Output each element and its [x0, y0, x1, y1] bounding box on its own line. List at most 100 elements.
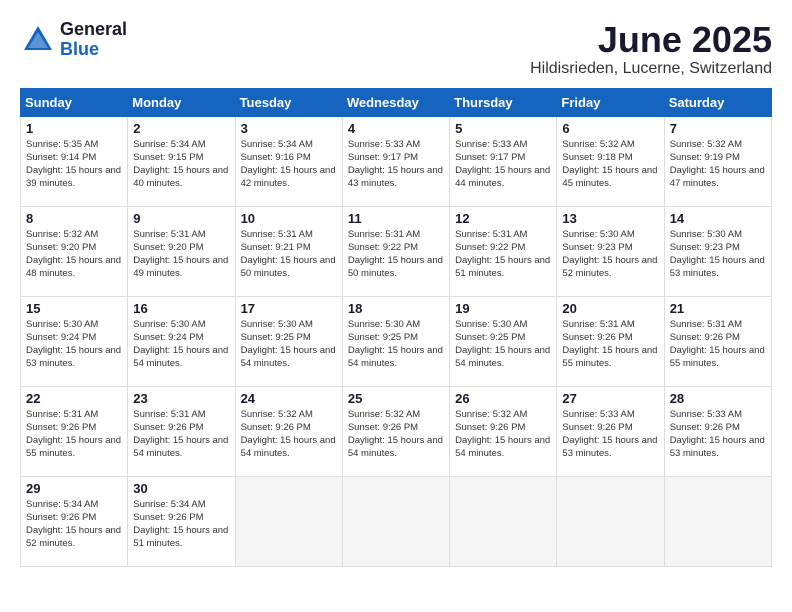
- day-number: 21: [670, 301, 766, 316]
- day-detail: Sunrise: 5:31 AMSunset: 9:21 PMDaylight:…: [241, 229, 336, 280]
- calendar-table: Sunday Monday Tuesday Wednesday Thursday…: [20, 88, 772, 567]
- calendar-cell: 3 Sunrise: 5:34 AMSunset: 9:16 PMDayligh…: [235, 116, 342, 206]
- day-number: 13: [562, 211, 658, 226]
- day-detail: Sunrise: 5:33 AMSunset: 9:17 PMDaylight:…: [348, 139, 443, 190]
- title-area: June 2025 Hildisrieden, Lucerne, Switzer…: [530, 20, 772, 78]
- calendar-cell: 11 Sunrise: 5:31 AMSunset: 9:22 PMDaylig…: [342, 206, 449, 296]
- day-number: 1: [26, 121, 122, 136]
- calendar-cell: 29 Sunrise: 5:34 AMSunset: 9:26 PMDaylig…: [21, 476, 128, 566]
- day-number: 30: [133, 481, 229, 496]
- calendar-cell: 10 Sunrise: 5:31 AMSunset: 9:21 PMDaylig…: [235, 206, 342, 296]
- calendar-cell: 6 Sunrise: 5:32 AMSunset: 9:18 PMDayligh…: [557, 116, 664, 206]
- logo-general: General: [60, 20, 127, 40]
- day-detail: Sunrise: 5:31 AMSunset: 9:20 PMDaylight:…: [133, 229, 228, 280]
- day-number: 8: [26, 211, 122, 226]
- calendar-cell: 28 Sunrise: 5:33 AMSunset: 9:26 PMDaylig…: [664, 386, 771, 476]
- day-detail: Sunrise: 5:31 AMSunset: 9:26 PMDaylight:…: [670, 319, 765, 370]
- calendar-cell: 14 Sunrise: 5:30 AMSunset: 9:23 PMDaylig…: [664, 206, 771, 296]
- day-number: 27: [562, 391, 658, 406]
- day-number: 22: [26, 391, 122, 406]
- day-detail: Sunrise: 5:34 AMSunset: 9:15 PMDaylight:…: [133, 139, 228, 190]
- calendar-cell: 23 Sunrise: 5:31 AMSunset: 9:26 PMDaylig…: [128, 386, 235, 476]
- day-number: 16: [133, 301, 229, 316]
- day-number: 5: [455, 121, 551, 136]
- calendar-cell: 4 Sunrise: 5:33 AMSunset: 9:17 PMDayligh…: [342, 116, 449, 206]
- calendar-cell: 19 Sunrise: 5:30 AMSunset: 9:25 PMDaylig…: [450, 296, 557, 386]
- calendar-week-4: 22 Sunrise: 5:31 AMSunset: 9:26 PMDaylig…: [21, 386, 772, 476]
- calendar-cell: 27 Sunrise: 5:33 AMSunset: 9:26 PMDaylig…: [557, 386, 664, 476]
- calendar-cell: 13 Sunrise: 5:30 AMSunset: 9:23 PMDaylig…: [557, 206, 664, 296]
- calendar-subtitle: Hildisrieden, Lucerne, Switzerland: [530, 60, 772, 78]
- calendar-cell: 22 Sunrise: 5:31 AMSunset: 9:26 PMDaylig…: [21, 386, 128, 476]
- day-detail: Sunrise: 5:31 AMSunset: 9:26 PMDaylight:…: [26, 409, 121, 460]
- col-monday: Monday: [128, 88, 235, 116]
- day-detail: Sunrise: 5:33 AMSunset: 9:17 PMDaylight:…: [455, 139, 550, 190]
- col-tuesday: Tuesday: [235, 88, 342, 116]
- calendar-cell: 21 Sunrise: 5:31 AMSunset: 9:26 PMDaylig…: [664, 296, 771, 386]
- day-detail: Sunrise: 5:31 AMSunset: 9:26 PMDaylight:…: [133, 409, 228, 460]
- logo-text: General Blue: [60, 20, 127, 60]
- calendar-cell: 24 Sunrise: 5:32 AMSunset: 9:26 PMDaylig…: [235, 386, 342, 476]
- calendar-week-3: 15 Sunrise: 5:30 AMSunset: 9:24 PMDaylig…: [21, 296, 772, 386]
- logo-icon: [20, 22, 56, 58]
- calendar-cell: [557, 476, 664, 566]
- day-detail: Sunrise: 5:31 AMSunset: 9:22 PMDaylight:…: [455, 229, 550, 280]
- calendar-cell: 16 Sunrise: 5:30 AMSunset: 9:24 PMDaylig…: [128, 296, 235, 386]
- day-number: 15: [26, 301, 122, 316]
- logo-blue: Blue: [60, 40, 127, 60]
- calendar-cell: 5 Sunrise: 5:33 AMSunset: 9:17 PMDayligh…: [450, 116, 557, 206]
- calendar-cell: [664, 476, 771, 566]
- header: General Blue June 2025 Hildisrieden, Luc…: [20, 20, 772, 78]
- day-detail: Sunrise: 5:32 AMSunset: 9:26 PMDaylight:…: [348, 409, 443, 460]
- day-detail: Sunrise: 5:32 AMSunset: 9:19 PMDaylight:…: [670, 139, 765, 190]
- day-number: 26: [455, 391, 551, 406]
- day-number: 28: [670, 391, 766, 406]
- day-number: 18: [348, 301, 444, 316]
- calendar-week-1: 1 Sunrise: 5:35 AMSunset: 9:14 PMDayligh…: [21, 116, 772, 206]
- col-saturday: Saturday: [664, 88, 771, 116]
- day-number: 25: [348, 391, 444, 406]
- day-detail: Sunrise: 5:30 AMSunset: 9:24 PMDaylight:…: [26, 319, 121, 370]
- day-detail: Sunrise: 5:34 AMSunset: 9:26 PMDaylight:…: [26, 499, 121, 550]
- day-detail: Sunrise: 5:33 AMSunset: 9:26 PMDaylight:…: [562, 409, 657, 460]
- day-number: 24: [241, 391, 337, 406]
- calendar-cell: 12 Sunrise: 5:31 AMSunset: 9:22 PMDaylig…: [450, 206, 557, 296]
- day-detail: Sunrise: 5:32 AMSunset: 9:26 PMDaylight:…: [455, 409, 550, 460]
- calendar-cell: 20 Sunrise: 5:31 AMSunset: 9:26 PMDaylig…: [557, 296, 664, 386]
- calendar-cell: 26 Sunrise: 5:32 AMSunset: 9:26 PMDaylig…: [450, 386, 557, 476]
- calendar-week-5: 29 Sunrise: 5:34 AMSunset: 9:26 PMDaylig…: [21, 476, 772, 566]
- day-detail: Sunrise: 5:30 AMSunset: 9:25 PMDaylight:…: [241, 319, 336, 370]
- calendar-cell: 17 Sunrise: 5:30 AMSunset: 9:25 PMDaylig…: [235, 296, 342, 386]
- col-friday: Friday: [557, 88, 664, 116]
- day-detail: Sunrise: 5:30 AMSunset: 9:23 PMDaylight:…: [670, 229, 765, 280]
- col-sunday: Sunday: [21, 88, 128, 116]
- day-number: 7: [670, 121, 766, 136]
- day-number: 20: [562, 301, 658, 316]
- logo: General Blue: [20, 20, 127, 60]
- calendar-title: June 2025: [530, 20, 772, 60]
- calendar-cell: [235, 476, 342, 566]
- day-detail: Sunrise: 5:32 AMSunset: 9:18 PMDaylight:…: [562, 139, 657, 190]
- calendar-week-2: 8 Sunrise: 5:32 AMSunset: 9:20 PMDayligh…: [21, 206, 772, 296]
- day-number: 10: [241, 211, 337, 226]
- day-detail: Sunrise: 5:34 AMSunset: 9:26 PMDaylight:…: [133, 499, 228, 550]
- day-detail: Sunrise: 5:35 AMSunset: 9:14 PMDaylight:…: [26, 139, 121, 190]
- calendar-cell: [450, 476, 557, 566]
- day-detail: Sunrise: 5:32 AMSunset: 9:26 PMDaylight:…: [241, 409, 336, 460]
- day-number: 6: [562, 121, 658, 136]
- day-detail: Sunrise: 5:31 AMSunset: 9:26 PMDaylight:…: [562, 319, 657, 370]
- day-detail: Sunrise: 5:30 AMSunset: 9:24 PMDaylight:…: [133, 319, 228, 370]
- day-number: 14: [670, 211, 766, 226]
- calendar-cell: 25 Sunrise: 5:32 AMSunset: 9:26 PMDaylig…: [342, 386, 449, 476]
- calendar-cell: 1 Sunrise: 5:35 AMSunset: 9:14 PMDayligh…: [21, 116, 128, 206]
- calendar-cell: 30 Sunrise: 5:34 AMSunset: 9:26 PMDaylig…: [128, 476, 235, 566]
- day-number: 2: [133, 121, 229, 136]
- day-detail: Sunrise: 5:32 AMSunset: 9:20 PMDaylight:…: [26, 229, 121, 280]
- calendar-cell: 2 Sunrise: 5:34 AMSunset: 9:15 PMDayligh…: [128, 116, 235, 206]
- day-number: 12: [455, 211, 551, 226]
- day-number: 9: [133, 211, 229, 226]
- day-detail: Sunrise: 5:30 AMSunset: 9:25 PMDaylight:…: [455, 319, 550, 370]
- day-number: 29: [26, 481, 122, 496]
- header-row: Sunday Monday Tuesday Wednesday Thursday…: [21, 88, 772, 116]
- calendar-cell: 8 Sunrise: 5:32 AMSunset: 9:20 PMDayligh…: [21, 206, 128, 296]
